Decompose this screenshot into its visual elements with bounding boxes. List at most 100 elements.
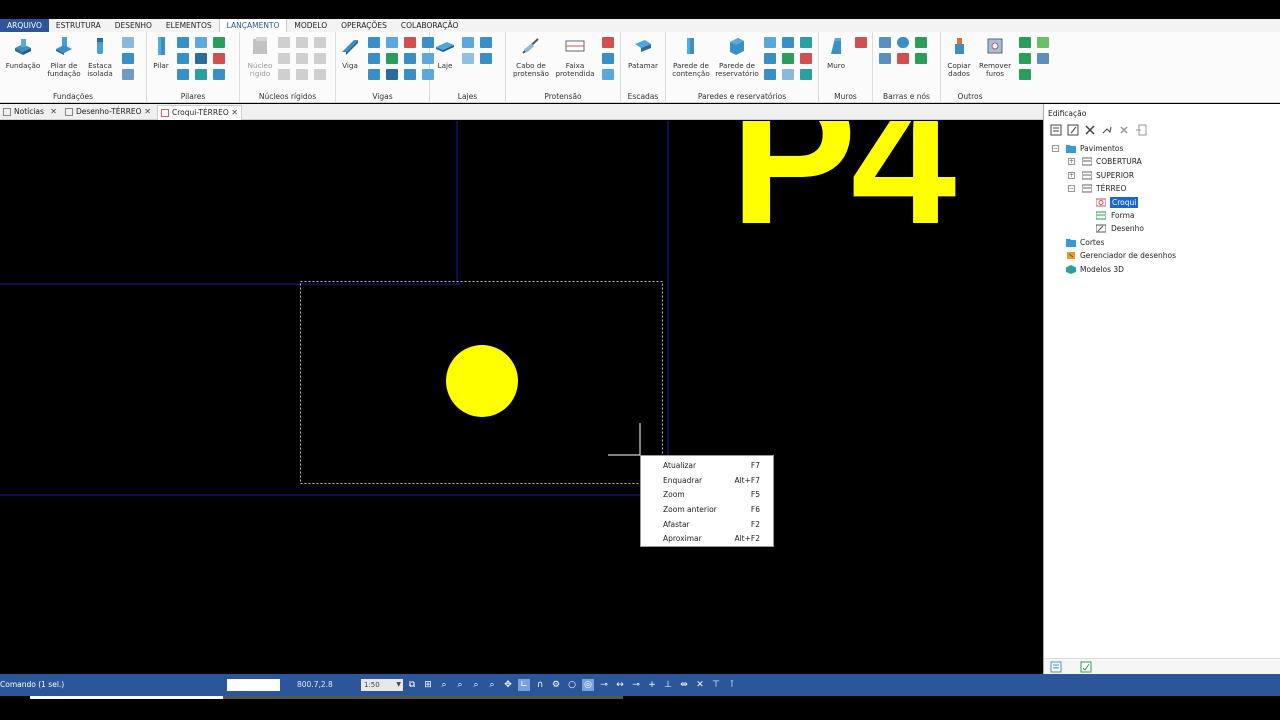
- tool-icon[interactable]: [386, 69, 398, 80]
- export-icon[interactable]: [1135, 124, 1147, 136]
- tab-desenho-terreo[interactable]: Desenho-TÉRREO ✕: [62, 105, 154, 120]
- tool-icon[interactable]: [177, 53, 189, 64]
- nucleo-rigido-button[interactable]: Núcleo rígido: [240, 36, 280, 79]
- tool-icon[interactable]: [278, 37, 290, 48]
- expand-icon[interactable]: +: [1068, 158, 1075, 166]
- menu-item-zoom[interactable]: Zoom F5: [641, 488, 773, 503]
- cross-snap-icon[interactable]: ✕: [694, 679, 706, 691]
- tool-icon[interactable]: [462, 53, 474, 64]
- tool-icon[interactable]: [480, 53, 492, 64]
- menu-item-afastar[interactable]: Afastar F2: [641, 518, 773, 533]
- tool-icon[interactable]: [782, 37, 794, 48]
- drawing-canvas[interactable]: P4: [0, 121, 1043, 674]
- tool-icon[interactable]: [782, 53, 794, 64]
- tool-icon[interactable]: [800, 53, 812, 64]
- tree-node-terreo[interactable]: − TÉRREO: [1052, 182, 1280, 195]
- tree-node-superior[interactable]: + SUPERIOR: [1052, 169, 1280, 182]
- pilar-button[interactable]: Pilar: [141, 36, 181, 70]
- collapse-icon[interactable]: −: [1068, 185, 1075, 193]
- tool-icon[interactable]: [480, 37, 492, 48]
- command-input[interactable]: [227, 679, 280, 691]
- perpendicular-snap-icon[interactable]: ⊥: [662, 679, 674, 691]
- tool-icon[interactable]: [800, 37, 812, 48]
- tool-icon[interactable]: [177, 37, 189, 48]
- tool-icon[interactable]: [897, 53, 909, 64]
- zoom-previous-icon[interactable]: ⌕: [454, 679, 466, 691]
- remover-furos-button[interactable]: Remover furos: [975, 36, 1015, 79]
- delete-icon[interactable]: [1118, 124, 1130, 136]
- tree-node-gerenciador[interactable]: Gerenciador de desenhos: [1052, 249, 1280, 262]
- tool-icon[interactable]: [213, 37, 225, 48]
- menu-operacoes[interactable]: OPERAÇÕES: [334, 19, 394, 32]
- link-icon[interactable]: [1101, 124, 1113, 136]
- tool-icon[interactable]: [404, 37, 416, 48]
- tool-icon[interactable]: [1037, 37, 1049, 48]
- column-circle[interactable]: [446, 345, 518, 417]
- tab-croqui-terreo[interactable]: Croqui-TÉRREO ✕: [157, 105, 242, 120]
- tool-icon[interactable]: [764, 53, 776, 64]
- tool-icon[interactable]: [122, 53, 134, 64]
- tool-icon[interactable]: [800, 69, 812, 80]
- tree-node-forma[interactable]: Forma: [1052, 209, 1280, 222]
- tool-icon[interactable]: [855, 37, 867, 48]
- tool-icon[interactable]: [213, 69, 225, 80]
- tool-icon[interactable]: [1019, 37, 1031, 48]
- tab-noticias[interactable]: Notícias ✕: [0, 105, 60, 120]
- patamar-button[interactable]: Patamar: [623, 36, 663, 70]
- tool-icon[interactable]: [122, 37, 134, 48]
- nearest-snap-icon[interactable]: ⊺: [726, 679, 738, 691]
- tool-icon[interactable]: [915, 37, 927, 48]
- tangent-snap-icon[interactable]: ⊤: [710, 679, 722, 691]
- tool-icon[interactable]: [195, 53, 207, 64]
- menu-lancamento[interactable]: LANÇAMENTO: [218, 19, 288, 32]
- fundacao-button[interactable]: Fundação: [3, 36, 43, 70]
- new-floor-icon[interactable]: [1050, 124, 1062, 136]
- menu-item-aproximar[interactable]: Aproximar Alt+F2: [641, 532, 773, 547]
- parede-contencao-button[interactable]: Parede de contenção: [670, 36, 712, 79]
- parede-reservatorio-button[interactable]: Parede de reservatório: [714, 36, 760, 79]
- close-icon[interactable]: ✕: [50, 105, 57, 119]
- circle-snap-icon[interactable]: ○: [566, 679, 578, 691]
- tool-icon[interactable]: [278, 69, 290, 80]
- cabo-protensao-button[interactable]: Cabo de protensão: [510, 36, 552, 79]
- parallel-snap-icon[interactable]: ⇹: [678, 679, 690, 691]
- tool-icon[interactable]: [602, 37, 614, 48]
- collapse-icon[interactable]: −: [1052, 145, 1059, 152]
- tool-icon[interactable]: [879, 37, 891, 48]
- tool-icon[interactable]: [404, 53, 416, 64]
- muro-button[interactable]: Muro: [816, 36, 856, 70]
- intersection-snap-icon[interactable]: +: [646, 679, 658, 691]
- pan-icon[interactable]: ✥: [502, 679, 514, 691]
- tool-icon[interactable]: [602, 53, 614, 64]
- copiar-dados-button[interactable]: Copiar dados: [939, 36, 979, 79]
- estaca-button[interactable]: Estaca isolada: [80, 36, 120, 79]
- tool-icon[interactable]: [764, 69, 776, 80]
- tree-node-cobertura[interactable]: + COBERTURA: [1052, 155, 1280, 168]
- menu-desenho[interactable]: DESENHO: [108, 19, 159, 32]
- zoom-window-icon[interactable]: ⧉: [406, 679, 418, 691]
- tool-icon[interactable]: [296, 69, 308, 80]
- menu-elementos[interactable]: ELEMENTOS: [159, 19, 219, 32]
- tool-icon[interactable]: [386, 37, 398, 48]
- tool-icon[interactable]: [314, 37, 326, 48]
- magnet-icon[interactable]: ∩: [534, 679, 546, 691]
- tree-node-pavimentos[interactable]: − Pavimentos: [1052, 142, 1280, 155]
- tool-icon[interactable]: [1019, 69, 1031, 80]
- endpoint-snap-icon[interactable]: ⊸: [598, 679, 610, 691]
- tree-view-icon[interactable]: [1050, 661, 1062, 673]
- tool-icon[interactable]: [122, 69, 134, 80]
- tree-node-cortes[interactable]: Cortes: [1052, 236, 1280, 249]
- tool-icon[interactable]: [368, 37, 380, 48]
- ortho-icon[interactable]: ∟: [518, 679, 530, 691]
- tool-icon[interactable]: [404, 69, 416, 80]
- menu-arquivo[interactable]: ARQUIVO: [0, 19, 49, 32]
- laje-button[interactable]: Laje: [425, 36, 465, 70]
- tool-icon[interactable]: [314, 53, 326, 64]
- settings-icon[interactable]: ⚙: [550, 679, 562, 691]
- menu-colaboracao[interactable]: COLABORAÇÃO: [394, 19, 466, 32]
- tool-icon[interactable]: [764, 37, 776, 48]
- tool-icon[interactable]: [195, 37, 207, 48]
- tool-icon[interactable]: [368, 53, 380, 64]
- pilar-fundacao-button[interactable]: Pilar de fundação: [44, 36, 84, 79]
- tool-icon[interactable]: [879, 53, 891, 64]
